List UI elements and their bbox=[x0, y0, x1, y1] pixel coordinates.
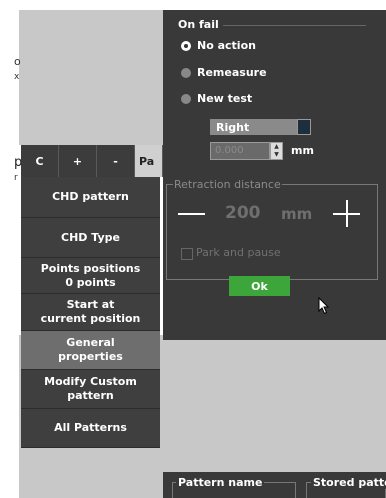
bg-text-1: o bbox=[14, 55, 21, 68]
side-select[interactable]: Right bbox=[210, 119, 297, 135]
tab-patterns[interactable]: Pa bbox=[135, 145, 163, 177]
offset-input[interactable]: 0.000 bbox=[210, 142, 270, 160]
menu-chd-pattern[interactable]: CHD pattern bbox=[21, 177, 160, 218]
tab-bar: C + - Pa bbox=[21, 145, 163, 177]
radio-no-action[interactable]: No action bbox=[181, 39, 256, 52]
menu-chd-type[interactable]: CHD Type bbox=[21, 218, 160, 258]
stepper-down-icon[interactable]: ▼ bbox=[271, 151, 282, 159]
menu-modify-custom[interactable]: Modify Custom pattern bbox=[21, 370, 160, 409]
stored-patterns-label: Stored patter bbox=[311, 476, 386, 489]
radio-unselected-icon bbox=[181, 93, 191, 104]
radio-label: New test bbox=[197, 92, 253, 105]
radio-unselected-icon bbox=[181, 67, 191, 78]
tab-plus[interactable]: + bbox=[59, 145, 97, 177]
menu-all-patterns[interactable]: All Patterns bbox=[21, 409, 160, 448]
ok-button[interactable]: Ok bbox=[229, 276, 290, 296]
radio-remeasure[interactable]: Remeasure bbox=[181, 66, 267, 79]
mouse-pointer-icon bbox=[318, 297, 330, 315]
stepper-up-icon[interactable]: ▲ bbox=[271, 143, 282, 151]
bg-text-4: r bbox=[14, 173, 18, 183]
tab-minus[interactable]: - bbox=[97, 145, 135, 177]
retraction-unit: mm bbox=[281, 205, 313, 223]
radio-label: Remeasure bbox=[197, 66, 267, 79]
left-menu: CHD pattern CHD Type Points positions 0 … bbox=[21, 177, 160, 448]
radio-new-test[interactable]: New test bbox=[181, 92, 252, 105]
radio-selected-icon bbox=[181, 40, 191, 51]
radio-label: No action bbox=[197, 39, 256, 52]
retraction-title: Retraction distance bbox=[173, 178, 282, 191]
park-pause-checkbox[interactable] bbox=[181, 248, 193, 260]
decrease-retraction-button[interactable] bbox=[178, 213, 205, 215]
offset-unit: mm bbox=[291, 144, 314, 157]
park-pause-label: Park and pause bbox=[196, 246, 281, 259]
side-select-dropdown-button[interactable] bbox=[297, 119, 311, 135]
retraction-value: 200 bbox=[225, 203, 261, 223]
on-fail-title: On fail bbox=[178, 18, 219, 31]
tab-c[interactable]: C bbox=[21, 145, 59, 177]
retraction-fieldset bbox=[166, 184, 378, 280]
menu-points-positions[interactable]: Points positions 0 points bbox=[21, 258, 160, 294]
menu-general-properties[interactable]: General properties bbox=[21, 331, 160, 370]
offset-stepper[interactable]: ▲ ▼ bbox=[270, 142, 283, 160]
pattern-name-label: Pattern name bbox=[176, 476, 265, 489]
bg-text-2: x bbox=[14, 72, 20, 82]
menu-start-current[interactable]: Start at current position bbox=[21, 294, 160, 331]
plus-icon-vertical bbox=[346, 200, 348, 227]
properties-dialog: On fail No action Remeasure New test Rig… bbox=[163, 10, 386, 340]
on-fail-divider bbox=[223, 25, 366, 26]
